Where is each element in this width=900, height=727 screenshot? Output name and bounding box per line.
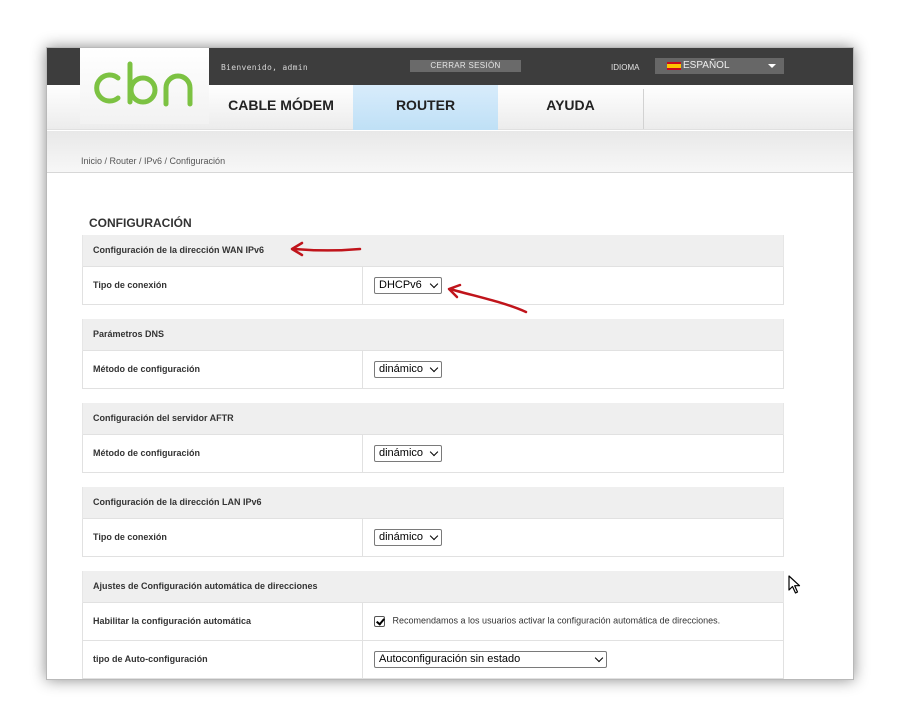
row-autoconf-enable: Habilitar la configuración automática Re… — [82, 601, 784, 641]
wan-connection-type-select[interactable]: DHCPv6 — [374, 276, 442, 294]
row-label: Método de configuración — [82, 433, 363, 473]
select-value: dinámico — [379, 446, 424, 459]
row-label: tipo de Auto-configuración — [82, 639, 363, 679]
chevron-down-icon — [429, 363, 439, 372]
chevron-down-icon — [429, 279, 439, 288]
row-value: dinámico — [362, 433, 784, 473]
section-spacer — [82, 472, 784, 487]
lan-connection-type-select[interactable]: dinámico — [374, 528, 442, 546]
aftr-method-select[interactable]: dinámico — [374, 444, 442, 462]
select-value: Autoconfiguración sin estado — [379, 652, 521, 665]
select-value: dinámico — [379, 530, 424, 543]
breadcrumb: Inicio / Router / IPv6 / Configuración — [81, 156, 226, 166]
annotation-arrow-icon — [447, 283, 528, 314]
autoconf-note: Recomendamos a los usuarios activar la c… — [392, 616, 721, 627]
logout-button[interactable]: CERRAR SESIÓN — [410, 60, 521, 72]
row-value: DHCPv6 — [362, 265, 784, 305]
nav-divider — [643, 89, 644, 129]
dns-method-select[interactable]: dinámico — [374, 360, 442, 378]
section-title: Parámetros DNS — [82, 319, 784, 350]
section-title: Configuración de la dirección LAN IPv6 — [82, 487, 784, 518]
mouse-cursor-icon — [788, 575, 801, 594]
section-header-dns: Parámetros DNS — [82, 319, 784, 350]
section-title: Ajustes de Configuración automática de d… — [82, 571, 784, 602]
caret-down-icon — [768, 64, 776, 68]
row-wan-connection-type: Tipo de conexión DHCPv6 — [82, 265, 784, 305]
nav-ayuda[interactable]: AYUDA — [498, 85, 643, 130]
section-spacer — [82, 304, 784, 319]
row-autoconf-type: tipo de Auto-configuración Autoconfigura… — [82, 639, 784, 679]
breadcrumb-bar: Inicio / Router / IPv6 / Configuración — [47, 131, 853, 173]
select-value: dinámico — [379, 362, 424, 375]
autoconf-enable-checkbox[interactable] — [374, 615, 385, 627]
section-spacer — [82, 388, 784, 403]
router-admin-window: Bienvenido, admin CERRAR SESIÓN IDIOMA E… — [46, 47, 854, 680]
chevron-down-icon — [429, 447, 439, 456]
nav-router[interactable]: ROUTER — [353, 85, 498, 130]
spain-flag-icon — [667, 62, 681, 70]
chevron-down-icon — [594, 653, 604, 662]
row-label: Tipo de conexión — [82, 517, 363, 557]
language-select[interactable]: ESPAÑOL — [655, 58, 784, 74]
section-spacer — [82, 556, 784, 571]
section-header-lan: Configuración de la dirección LAN IPv6 — [82, 487, 784, 518]
section-title: Configuración de la dirección WAN IPv6 — [82, 235, 784, 266]
config-table: Configuración de la dirección WAN IPv6 T… — [82, 235, 784, 679]
row-label: Tipo de conexión — [82, 265, 363, 305]
row-label: Método de configuración — [82, 349, 363, 389]
select-value: DHCPv6 — [379, 278, 422, 291]
welcome-text: Bienvenido, admin — [221, 63, 308, 72]
language-label: IDIOMA — [611, 63, 640, 72]
row-label: Habilitar la configuración automática — [82, 601, 363, 641]
row-lan-connection-type: Tipo de conexión dinámico — [82, 517, 784, 557]
row-value: dinámico — [362, 349, 784, 389]
annotation-arrow-icon — [290, 241, 362, 257]
logo[interactable] — [80, 48, 209, 124]
chevron-down-icon — [429, 531, 439, 540]
section-header-aftr: Configuración del servidor AFTR — [82, 403, 784, 434]
row-value: Recomendamos a los usuarios activar la c… — [362, 601, 784, 641]
autoconf-type-select[interactable]: Autoconfiguración sin estado — [374, 650, 607, 668]
section-header-autoconf: Ajustes de Configuración automática de d… — [82, 571, 784, 602]
language-value: ESPAÑOL — [683, 60, 730, 71]
nav-cable-modem[interactable]: CABLE MÓDEM — [209, 85, 353, 130]
row-dns-method: Método de configuración dinámico — [82, 349, 784, 389]
page-title: CONFIGURACIÓN — [89, 216, 192, 230]
row-aftr-method: Método de configuración dinámico — [82, 433, 784, 473]
section-header-wan: Configuración de la dirección WAN IPv6 — [82, 235, 784, 266]
cbn-logo-icon — [94, 61, 193, 107]
section-title: Configuración del servidor AFTR — [82, 403, 784, 434]
row-value: dinámico — [362, 517, 784, 557]
row-value: Autoconfiguración sin estado — [362, 639, 784, 679]
